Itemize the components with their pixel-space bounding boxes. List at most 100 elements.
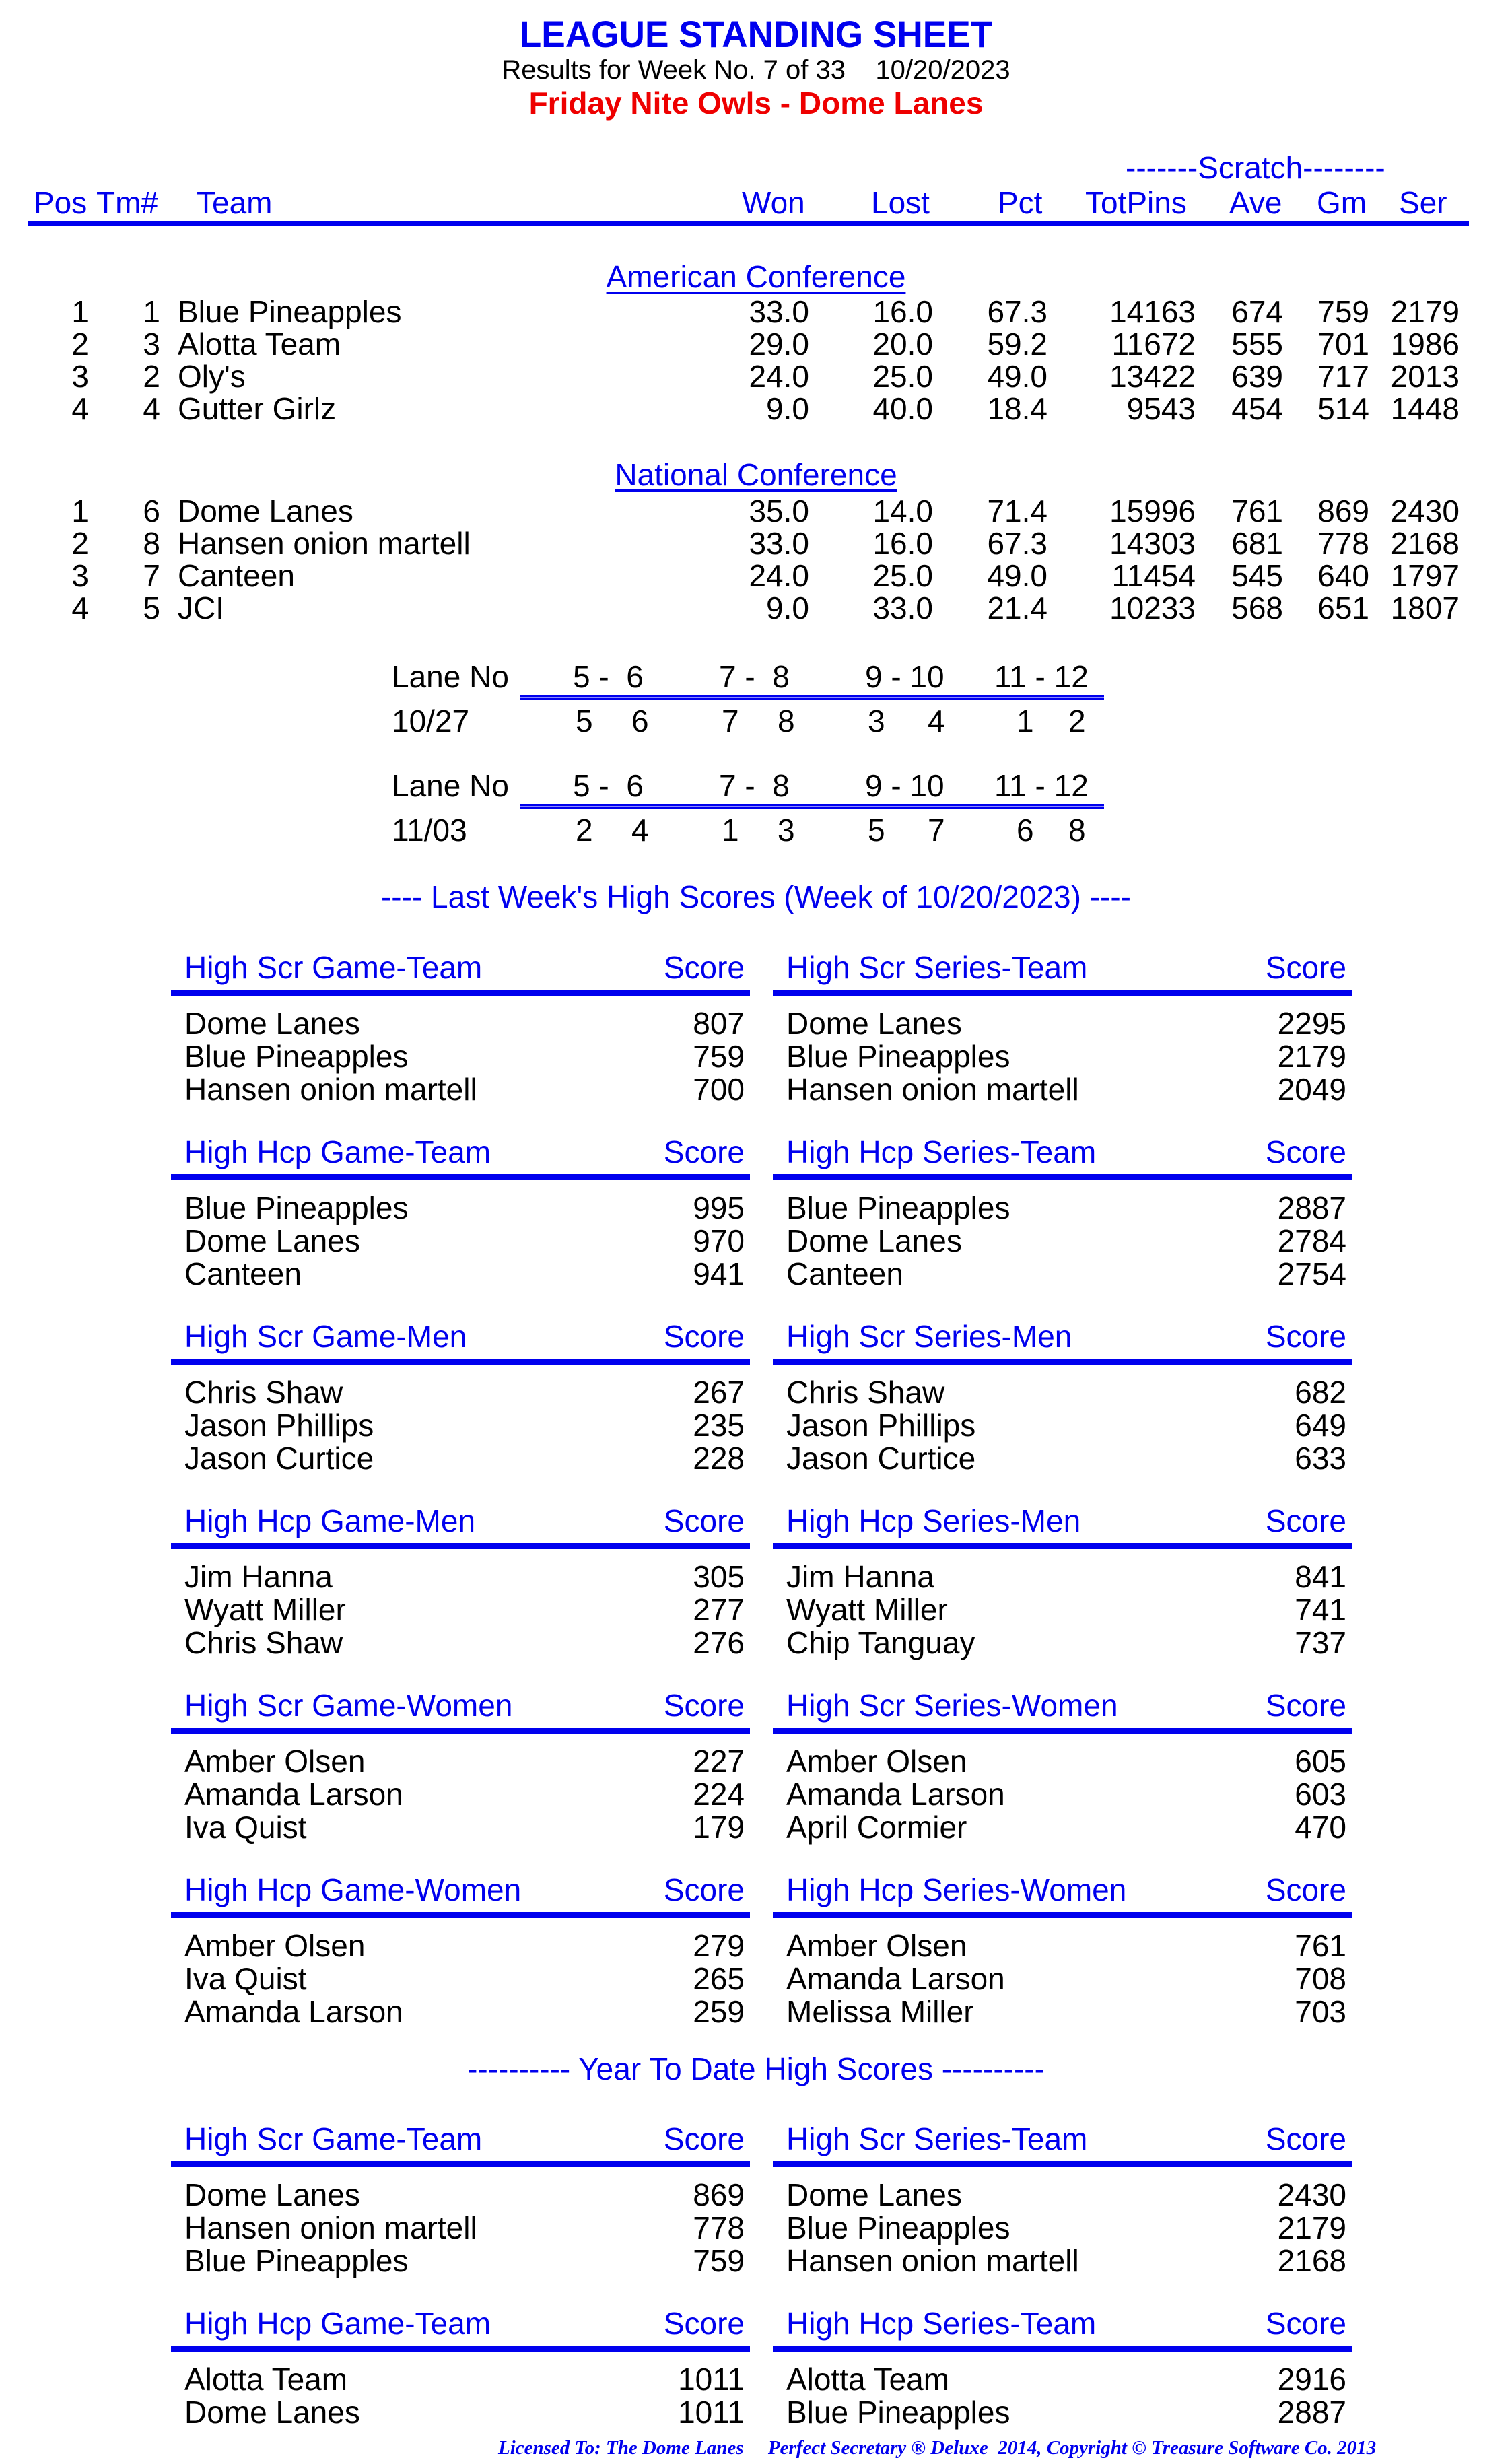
bowler-name: Jason Phillips bbox=[184, 1408, 374, 1443]
conference-heading: American Conference bbox=[606, 259, 906, 294]
lane-team-number: 8 bbox=[1068, 813, 1086, 848]
lane-team-number: 5 bbox=[576, 704, 593, 739]
high-score-header: High Hcp Game-Men Score bbox=[171, 1503, 750, 1542]
bowler-name: Hansen onion martell bbox=[184, 1072, 477, 1107]
score-value: 700 bbox=[693, 1072, 745, 1107]
score-column-label: Score bbox=[663, 1872, 745, 1907]
lane-team-number: 2 bbox=[1068, 704, 1086, 739]
header-underline bbox=[773, 2346, 1352, 2352]
score-column-label: Score bbox=[1265, 1319, 1346, 1354]
ser-cell: 1797 bbox=[1390, 558, 1459, 593]
high-score-entry: Amanda Larson 708 bbox=[773, 1960, 1352, 1996]
bowler-name: Wyatt Miller bbox=[786, 1592, 948, 1627]
totpins-cell: 9543 bbox=[1126, 391, 1196, 426]
score-value: 259 bbox=[693, 1994, 745, 2029]
high-score-block: High Hcp Game-Women Score Amber Olsen 27… bbox=[171, 1872, 750, 2029]
lane-pair-header: 11 - 12 bbox=[994, 768, 1089, 803]
score-value: 2179 bbox=[1277, 2210, 1346, 2245]
score-value: 605 bbox=[1295, 1744, 1346, 1779]
high-score-entry: Jason Phillips 649 bbox=[773, 1407, 1352, 1443]
high-score-entry: Dome Lanes 970 bbox=[171, 1223, 750, 1258]
high-score-entry: Blue Pineapples 995 bbox=[171, 1190, 750, 1225]
lane-pair-header: 9 - 10 bbox=[865, 659, 944, 694]
score-value: 2168 bbox=[1277, 2243, 1346, 2278]
standings-row: 3 2 Oly's 24.0 25.0 49.0 13422 639 717 2013 bbox=[0, 358, 1512, 394]
bowler-name: Amanda Larson bbox=[786, 1777, 1005, 1812]
col-lost: Lost bbox=[871, 185, 930, 220]
team-name-cell: Alotta Team bbox=[178, 327, 341, 362]
high-score-category: High Hcp Series-Team bbox=[786, 1134, 1097, 1169]
lost-cell: 33.0 bbox=[872, 590, 933, 625]
header-underline bbox=[171, 1174, 750, 1180]
lane-team-number: 6 bbox=[1017, 813, 1034, 848]
lane-pair-header: 5 - 6 bbox=[573, 768, 644, 803]
team-number-cell: 4 bbox=[143, 391, 160, 426]
score-column-label: Score bbox=[663, 1688, 745, 1723]
lost-cell: 25.0 bbox=[872, 558, 933, 593]
high-score-header: High Hcp Game-Women Score bbox=[171, 1872, 750, 1911]
team-name-cell: Canteen bbox=[178, 558, 295, 593]
gm-cell: 514 bbox=[1317, 391, 1369, 426]
high-score-entry: Jason Curtice 633 bbox=[773, 1440, 1352, 1476]
lane-pair-header: 7 - 8 bbox=[719, 768, 790, 803]
totpins-cell: 10233 bbox=[1109, 590, 1196, 625]
bowler-name: Amanda Larson bbox=[184, 1994, 403, 2029]
team-number-cell: 5 bbox=[143, 590, 160, 625]
schedule-date: 11/03 bbox=[392, 813, 467, 848]
bowler-name: Jim Hanna bbox=[184, 1559, 333, 1594]
ser-cell: 2013 bbox=[1390, 359, 1459, 394]
lane-team-number: 4 bbox=[928, 704, 945, 739]
score-value: 778 bbox=[693, 2210, 745, 2245]
ser-cell: 2179 bbox=[1390, 294, 1459, 329]
score-value: 2295 bbox=[1277, 1006, 1346, 1041]
score-value: 708 bbox=[1295, 1961, 1346, 1996]
pct-cell: 18.4 bbox=[987, 391, 1047, 426]
score-value: 941 bbox=[693, 1256, 745, 1291]
header-underline bbox=[171, 1543, 750, 1549]
gm-cell: 651 bbox=[1317, 590, 1369, 625]
high-score-header: High Scr Game-Women Score bbox=[171, 1687, 750, 1726]
high-score-entry: Dome Lanes 2430 bbox=[773, 2177, 1352, 2212]
header-underline bbox=[773, 1543, 1352, 1549]
col-gm: Gm bbox=[1317, 185, 1367, 220]
gm-cell: 717 bbox=[1317, 359, 1369, 394]
high-score-header: High Hcp Series-Men Score bbox=[773, 1503, 1352, 1542]
bowler-name: Dome Lanes bbox=[184, 1006, 360, 1041]
lane-team-number: 2 bbox=[576, 813, 593, 848]
standings-row: 4 4 Gutter Girlz 9.0 40.0 18.4 9543 454 514 1448 bbox=[0, 390, 1512, 426]
pos-cell: 3 bbox=[71, 558, 89, 593]
score-value: 759 bbox=[693, 2243, 745, 2278]
header-underline bbox=[773, 2161, 1352, 2167]
high-score-entry: Blue Pineapples 759 bbox=[171, 2243, 750, 2278]
bowler-name: Wyatt Miller bbox=[184, 1592, 346, 1627]
high-score-block: High Scr Game-Women Score Amber Olsen 22… bbox=[171, 1687, 750, 1845]
score-value: 759 bbox=[693, 1039, 745, 1074]
standings-row: 2 8 Hansen onion martell 33.0 16.0 67.3 14303 6… bbox=[0, 525, 1512, 561]
lane-pair-header: 5 - 6 bbox=[573, 659, 644, 694]
col-pct: Pct bbox=[998, 185, 1043, 220]
team-name-cell: Dome Lanes bbox=[178, 493, 353, 528]
totpins-cell: 11672 bbox=[1111, 327, 1196, 362]
bowler-name: Amanda Larson bbox=[184, 1777, 403, 1812]
score-column-label: Score bbox=[1265, 1134, 1346, 1169]
high-score-entry: Iva Quist 265 bbox=[171, 1960, 750, 1996]
schedule-date: 10/27 bbox=[392, 704, 470, 739]
high-score-category: High Scr Game-Team bbox=[184, 2121, 483, 2156]
totpins-cell: 11454 bbox=[1111, 558, 1196, 593]
bowler-name: Amber Olsen bbox=[786, 1744, 967, 1779]
high-score-block: High Scr Game-Team Score Dome Lanes 869 … bbox=[171, 2121, 750, 2278]
col-ave: Ave bbox=[1229, 185, 1282, 220]
score-value: 1011 bbox=[678, 2362, 745, 2397]
score-column-label: Score bbox=[1265, 1872, 1346, 1907]
high-score-category: High Scr Game-Team bbox=[184, 950, 483, 985]
high-score-category: High Scr Series-Team bbox=[786, 2121, 1088, 2156]
week-subtitle: Results for Week No. 7 of 33 10/20/2023 bbox=[502, 55, 1010, 85]
high-score-category: High Hcp Series-Women bbox=[786, 1872, 1127, 1907]
bowler-name: Hansen onion martell bbox=[786, 2243, 1079, 2278]
totpins-cell: 14163 bbox=[1109, 294, 1196, 329]
bowler-name: Amanda Larson bbox=[786, 1961, 1005, 1996]
bowler-name: Blue Pineapples bbox=[184, 2243, 409, 2278]
bowler-name: Jason Curtice bbox=[786, 1441, 976, 1476]
high-score-category: High Scr Series-Team bbox=[786, 950, 1088, 985]
bowler-name: Blue Pineapples bbox=[786, 2210, 1010, 2245]
